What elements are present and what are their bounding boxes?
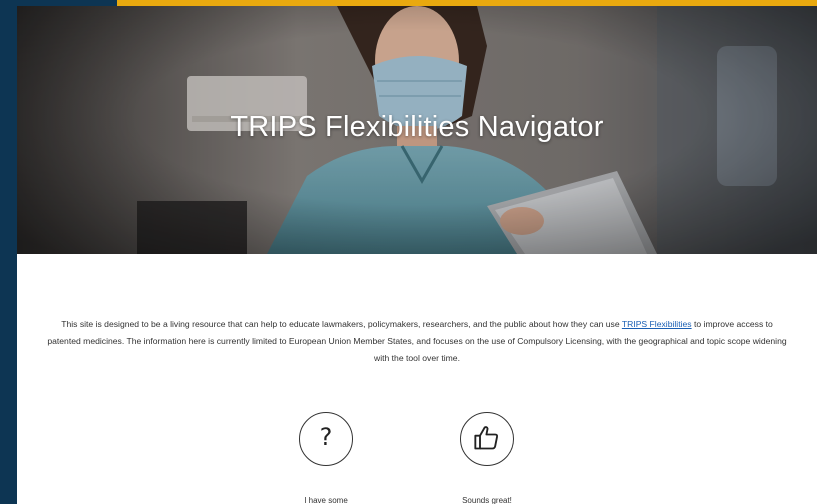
- question-mark-icon: ?: [319, 423, 333, 451]
- hero-title: TRIPS Flexibilities Navigator: [230, 111, 604, 143]
- trips-flexibilities-link[interactable]: TRIPS Flexibilities: [622, 319, 692, 329]
- intro-text-start: This site is designed to be a living res…: [61, 319, 622, 329]
- choice-sounds-great[interactable]: Sounds great!: [427, 412, 547, 504]
- hero-banner: TRIPS Flexibilities Navigator: [17, 6, 817, 254]
- thumbs-up-icon: [474, 426, 499, 450]
- choice-label-sounds-great: Sounds great!: [462, 496, 512, 504]
- question-mark-button[interactable]: ?: [299, 412, 353, 466]
- choice-label-questions: I have some: [304, 496, 348, 504]
- page-content: TRIPS Flexibilities Navigator This site …: [17, 6, 817, 504]
- choice-have-questions[interactable]: ? I have some: [266, 412, 386, 504]
- thumbs-up-button[interactable]: [460, 412, 514, 466]
- intro-paragraph: This site is designed to be a living res…: [47, 316, 787, 367]
